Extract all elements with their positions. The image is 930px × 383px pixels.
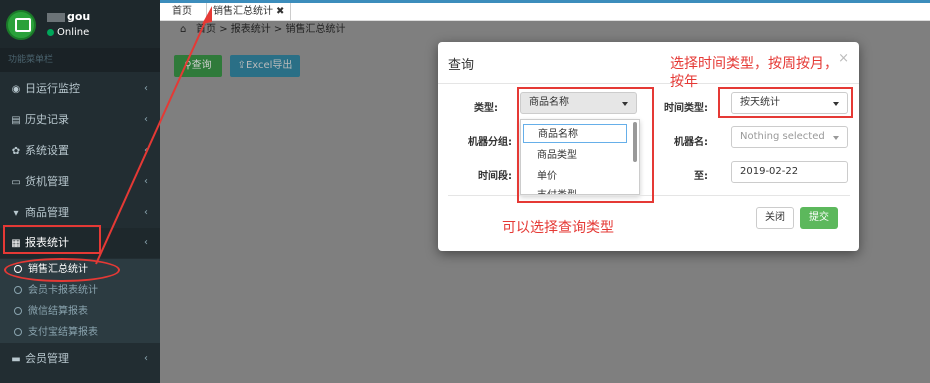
annotation-arrow: [95, 6, 212, 265]
